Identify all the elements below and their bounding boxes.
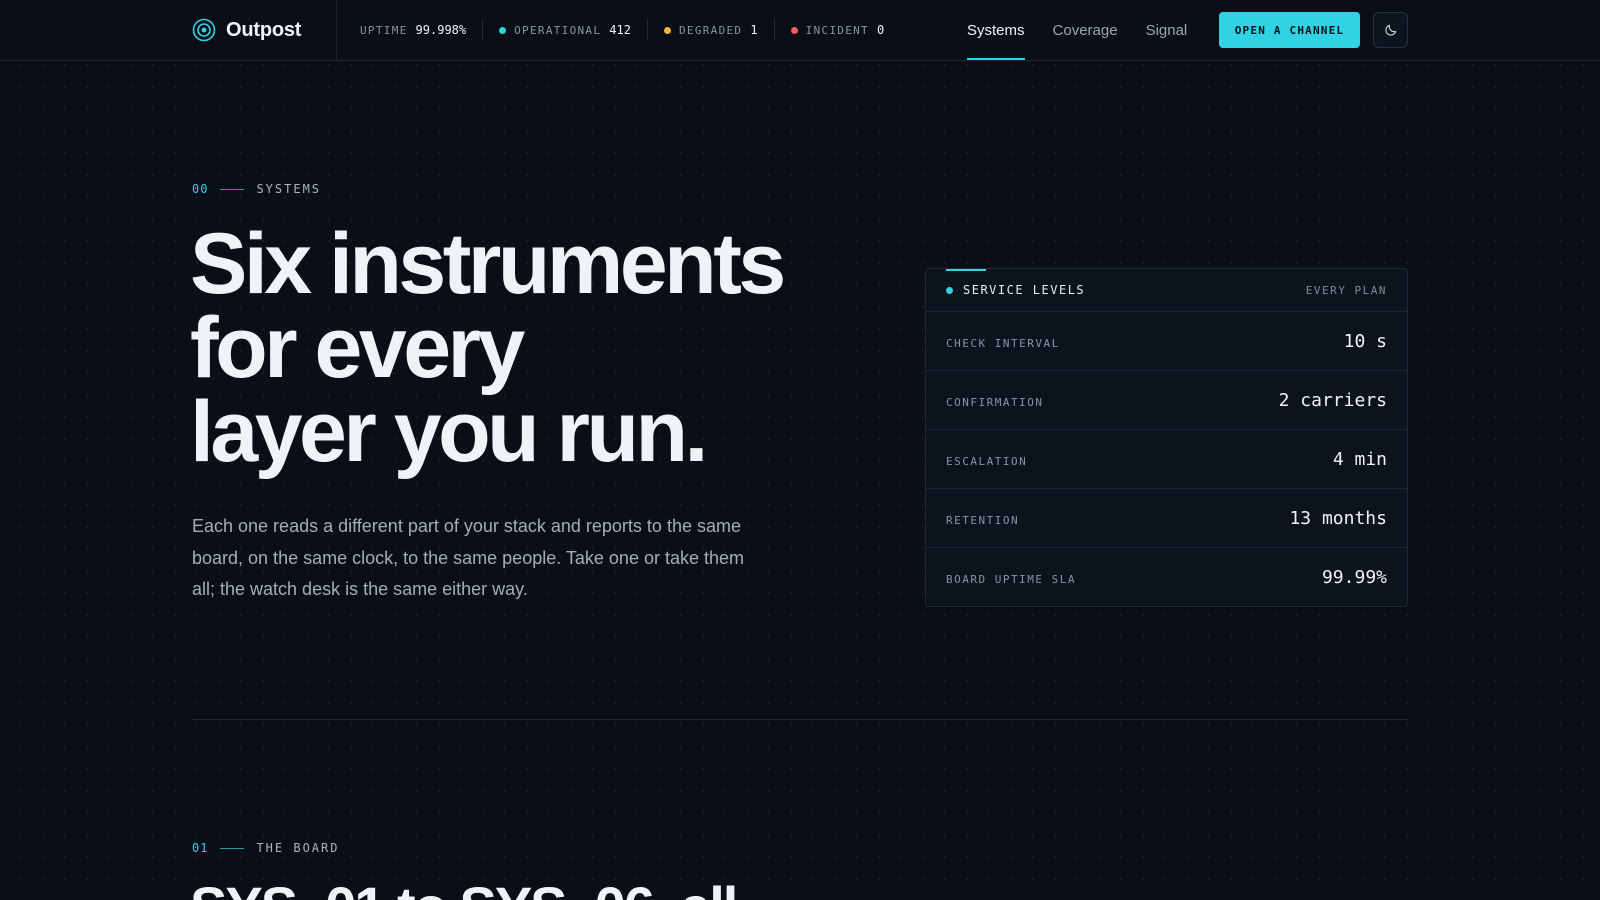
eyebrow-rule	[220, 188, 245, 190]
row-label: RETENTION	[946, 513, 1020, 527]
row-value: 2 carriers	[1278, 389, 1387, 411]
section-label: SYSTEMS	[256, 182, 322, 196]
headline-line: Six instruments	[190, 216, 786, 312]
status-dot-degraded	[663, 26, 671, 34]
section-number: 01	[192, 841, 209, 855]
card-header: SERVICE LEVELS EVERY PLAN	[926, 269, 1407, 312]
stat-incident: INCIDENT 0	[773, 19, 901, 41]
stat-label: DEGRADED	[678, 23, 743, 37]
theme-toggle-button[interactable]	[1373, 12, 1408, 48]
row-label: CHECK INTERVAL	[946, 336, 1060, 350]
status-dot-icon	[946, 286, 953, 294]
nav-item-coverage[interactable]: Coverage	[1053, 0, 1118, 60]
target-circle-icon	[192, 18, 216, 42]
card-title: SERVICE LEVELS	[946, 283, 1085, 297]
service-levels-card: SERVICE LEVELS EVERY PLAN CHECK INTERVAL…	[925, 268, 1408, 607]
stat-value: 99.998%	[415, 23, 467, 37]
headline-line: for every	[190, 300, 525, 396]
brand-name: Outpost	[226, 18, 302, 41]
section-divider	[192, 719, 1408, 720]
status-dot-incident	[790, 26, 798, 34]
row-value: 10 s	[1343, 330, 1387, 352]
stat-operational: OPERATIONAL 412	[482, 19, 647, 41]
section-eyebrow-board: 01 THE BOARD	[192, 841, 339, 855]
brand-logo[interactable]: Outpost	[192, 0, 301, 60]
brand-divider	[336, 0, 337, 60]
row-label: CONFIRMATION	[946, 395, 1044, 409]
stat-uptime: UPTIME 99.998%	[360, 19, 482, 41]
section-eyebrow-systems: 00 SYSTEMS	[192, 182, 321, 196]
eyebrow-rule	[220, 847, 245, 849]
stat-label: UPTIME	[360, 23, 408, 37]
page-title: Six instruments for every layer you run.	[190, 221, 850, 475]
stat-value: 1	[750, 23, 758, 37]
main-nav: Systems Coverage Signal	[967, 0, 1187, 60]
section-number: 00	[192, 182, 209, 196]
row-value: 13 months	[1289, 507, 1387, 529]
row-label: ESCALATION	[946, 454, 1028, 468]
hero-description: Each one reads a different part of your …	[192, 516, 744, 599]
section-label: THE BOARD	[256, 841, 340, 855]
card-accent-bar	[946, 269, 986, 271]
stat-label: INCIDENT	[805, 23, 869, 37]
service-level-row: CHECK INTERVAL 10 s	[926, 312, 1407, 371]
service-level-row: BOARD UPTIME SLA 99.99%	[926, 548, 1407, 606]
service-level-row: ESCALATION 4 min	[926, 430, 1407, 489]
row-value: 99.99%	[1321, 567, 1387, 588]
stat-value: 0	[876, 23, 885, 37]
nav-item-signal[interactable]: Signal	[1146, 0, 1188, 60]
status-dot-operational	[499, 26, 507, 34]
card-tag: EVERY PLAN	[1305, 283, 1387, 297]
stat-value: 412	[609, 23, 631, 37]
stat-degraded: DEGRADED 1	[646, 19, 774, 41]
headline-line: layer you run.	[190, 384, 708, 480]
status-strip: UPTIME 99.998% OPERATIONAL 412 DEGRADED …	[360, 0, 900, 60]
row-label: BOARD UPTIME SLA	[946, 573, 1076, 586]
row-value: 4 min	[1332, 448, 1387, 470]
card-title-text: SERVICE LEVELS	[963, 283, 1086, 297]
service-level-row: CONFIRMATION 2 carriers	[926, 371, 1407, 430]
service-level-row: RETENTION 13 months	[926, 489, 1407, 548]
open-channel-button[interactable]: OPEN A CHANNEL	[1219, 12, 1360, 48]
moon-icon	[1384, 24, 1396, 36]
board-title: SYS–01 to SYS–06, all	[190, 877, 1090, 900]
stat-label: OPERATIONAL	[514, 23, 602, 37]
nav-item-systems[interactable]: Systems	[967, 0, 1025, 60]
top-bar: Outpost UPTIME 99.998% OPERATIONAL 412 D…	[0, 0, 1600, 61]
